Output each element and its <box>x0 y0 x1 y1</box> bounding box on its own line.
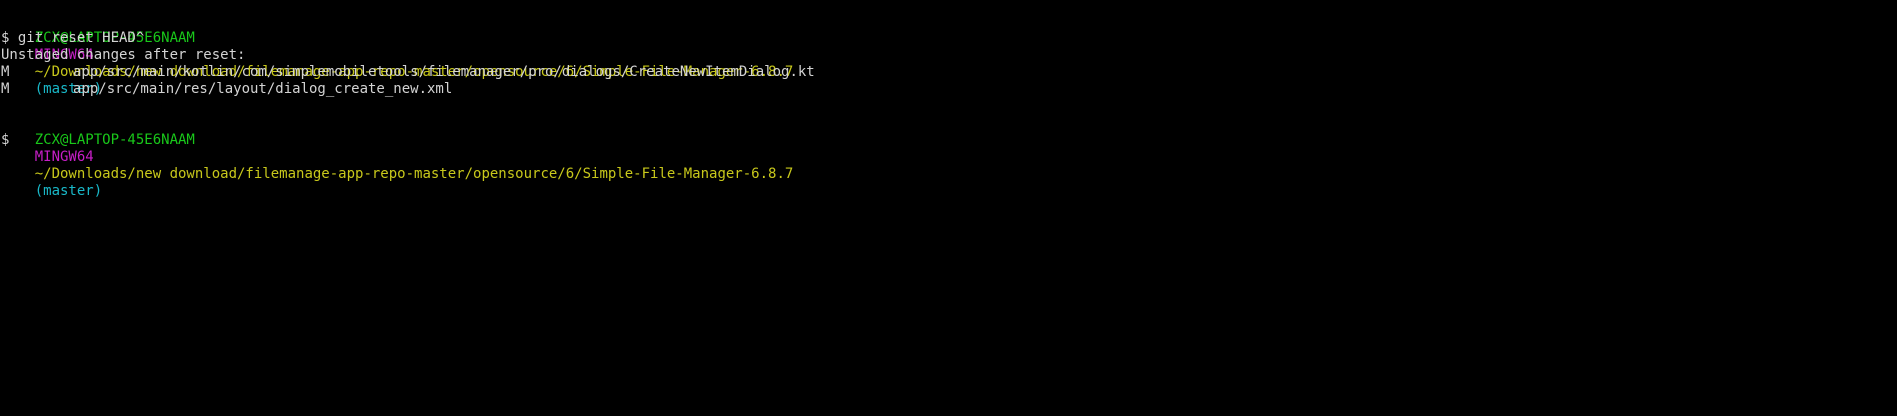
output-file-row: Mapp/src/main/kotlin/com/simplemobiletoo… <box>1 64 1896 81</box>
prompt-path: ~/Downloads/new download/filemanage-app-… <box>34 166 794 182</box>
prompt-line-2: ZCX@LAPTOP-45E6NAAM MINGW64 ~/Downloads/… <box>1 115 1896 199</box>
output-file-row: Mapp/src/main/res/layout/dialog_create_n… <box>1 81 1896 98</box>
file-path: app/src/main/kotlin/com/simplemobiletool… <box>73 64 815 80</box>
terminal-window[interactable]: ZCX@LAPTOP-45E6NAAM MINGW64 ~/Downloads/… <box>0 0 1897 416</box>
file-path: app/src/main/res/layout/dialog_create_ne… <box>73 81 453 97</box>
prompt-shell: MINGW64 <box>34 149 94 165</box>
prompt-symbol: $ <box>1 132 10 148</box>
prompt-line-1: ZCX@LAPTOP-45E6NAAM MINGW64 ~/Downloads/… <box>1 13 1896 97</box>
command-input-line[interactable]: $ <box>1 132 1896 149</box>
file-status: M <box>1 81 10 97</box>
command-line-1: $ git reset HEAD^ <box>1 30 145 46</box>
prompt-branch: (master) <box>34 183 103 199</box>
output-header: Unstaged changes after reset: <box>1 47 246 63</box>
prompt-user-host: ZCX@LAPTOP-45E6NAAM <box>34 132 195 148</box>
file-status: M <box>1 64 10 80</box>
